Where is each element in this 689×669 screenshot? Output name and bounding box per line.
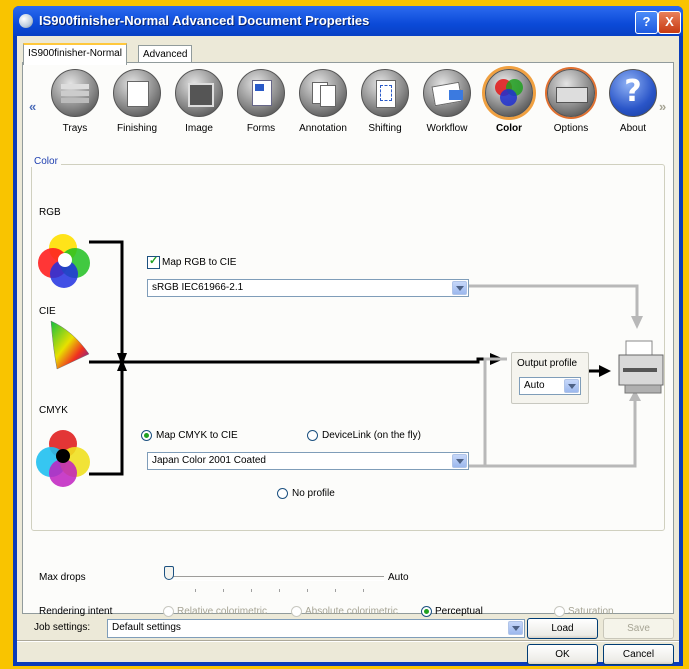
saturation-label: Saturation	[568, 606, 614, 617]
rgb-profile-select[interactable]: sRGB IEC61966-2.1	[147, 279, 469, 297]
max-drops-value: Auto	[388, 572, 409, 583]
slider-tick	[307, 589, 308, 592]
perceptual-label: Perceptual	[435, 606, 483, 617]
slider-tick	[251, 589, 252, 592]
output-profile-label: Output profile	[517, 358, 578, 369]
map-rgb-to-cie-checkbox[interactable]: ✓	[147, 255, 160, 269]
job-settings-select[interactable]: Default settings	[107, 619, 525, 638]
map-rgb-to-cie-label: Map RGB to CIE	[162, 257, 237, 268]
title-bar[interactable]: IS900finisher-Normal Advanced Document P…	[13, 6, 683, 36]
window-title: IS900finisher-Normal Advanced Document P…	[39, 13, 370, 28]
relative-colorimetric-radio[interactable]	[163, 606, 174, 617]
save-button[interactable]: Save	[603, 618, 674, 639]
cancel-button[interactable]: Cancel	[603, 644, 674, 665]
slider-tick	[279, 589, 280, 592]
map-cmyk-to-cie-radio[interactable]	[141, 430, 152, 441]
rgb-wheel-icon	[38, 234, 90, 288]
printer-icon	[618, 340, 664, 394]
cie-gamut-icon	[50, 320, 90, 370]
absolute-colorimetric-radio[interactable]	[291, 606, 302, 617]
cmyk-wheel-icon	[36, 430, 90, 487]
chevron-down-icon[interactable]	[452, 281, 467, 295]
slider-tick	[335, 589, 336, 592]
slider-tick	[195, 589, 196, 592]
main-panel: « » Trays Finishing Image Forms Annotati…	[22, 62, 674, 617]
devicelink-label: DeviceLink (on the fly)	[322, 430, 421, 441]
max-drops-slider-track[interactable]	[169, 576, 384, 581]
job-settings-label: Job settings:	[34, 622, 91, 633]
max-drops-label: Max drops	[39, 572, 86, 583]
saturation-radio[interactable]	[554, 606, 565, 617]
load-button[interactable]: Load	[527, 618, 598, 639]
relative-colorimetric-label: Relative colorimetric	[177, 606, 268, 617]
map-cmyk-to-cie-label: Map CMYK to CIE	[156, 430, 238, 441]
chevron-down-icon[interactable]	[452, 454, 467, 468]
rgb-profile-value: sRGB IEC61966-2.1	[152, 282, 244, 293]
job-settings-value: Default settings	[112, 622, 181, 633]
tab-is900finisher-normal[interactable]: IS900finisher-Normal	[23, 43, 127, 65]
perceptual-radio[interactable]	[421, 606, 432, 617]
rendering-intent-label: Rendering intent	[39, 606, 113, 617]
cmyk-profile-value: Japan Color 2001 Coated	[152, 455, 266, 466]
close-button[interactable]: X	[658, 11, 681, 34]
absolute-colorimetric-label: Absolute colorimetric	[305, 606, 398, 617]
chevron-down-icon[interactable]	[564, 379, 579, 393]
color-flow-diagram	[36, 234, 664, 487]
printer-app-icon	[19, 14, 33, 28]
footer-divider	[17, 640, 679, 642]
output-profile-value: Auto	[524, 380, 545, 391]
max-drops-slider-thumb[interactable]	[164, 566, 174, 580]
ok-button[interactable]: OK	[527, 644, 598, 665]
no-profile-label: No profile	[292, 488, 335, 499]
properties-window: IS900finisher-Normal Advanced Document P…	[13, 6, 683, 666]
help-button[interactable]: ?	[635, 11, 658, 34]
slider-tick	[363, 589, 364, 592]
output-profile-select[interactable]: Auto	[519, 377, 581, 395]
tab-advanced[interactable]: Advanced	[138, 45, 193, 63]
slider-tick	[223, 589, 224, 592]
chevron-down-icon[interactable]	[508, 621, 523, 635]
cmyk-profile-select[interactable]: Japan Color 2001 Coated	[147, 452, 469, 470]
devicelink-radio[interactable]	[307, 430, 318, 441]
output-profile-box: Output profile Auto	[511, 352, 589, 404]
dialog-client: IS900finisher-Normal Advanced « » Trays	[17, 36, 679, 665]
no-profile-radio[interactable]	[277, 488, 288, 499]
